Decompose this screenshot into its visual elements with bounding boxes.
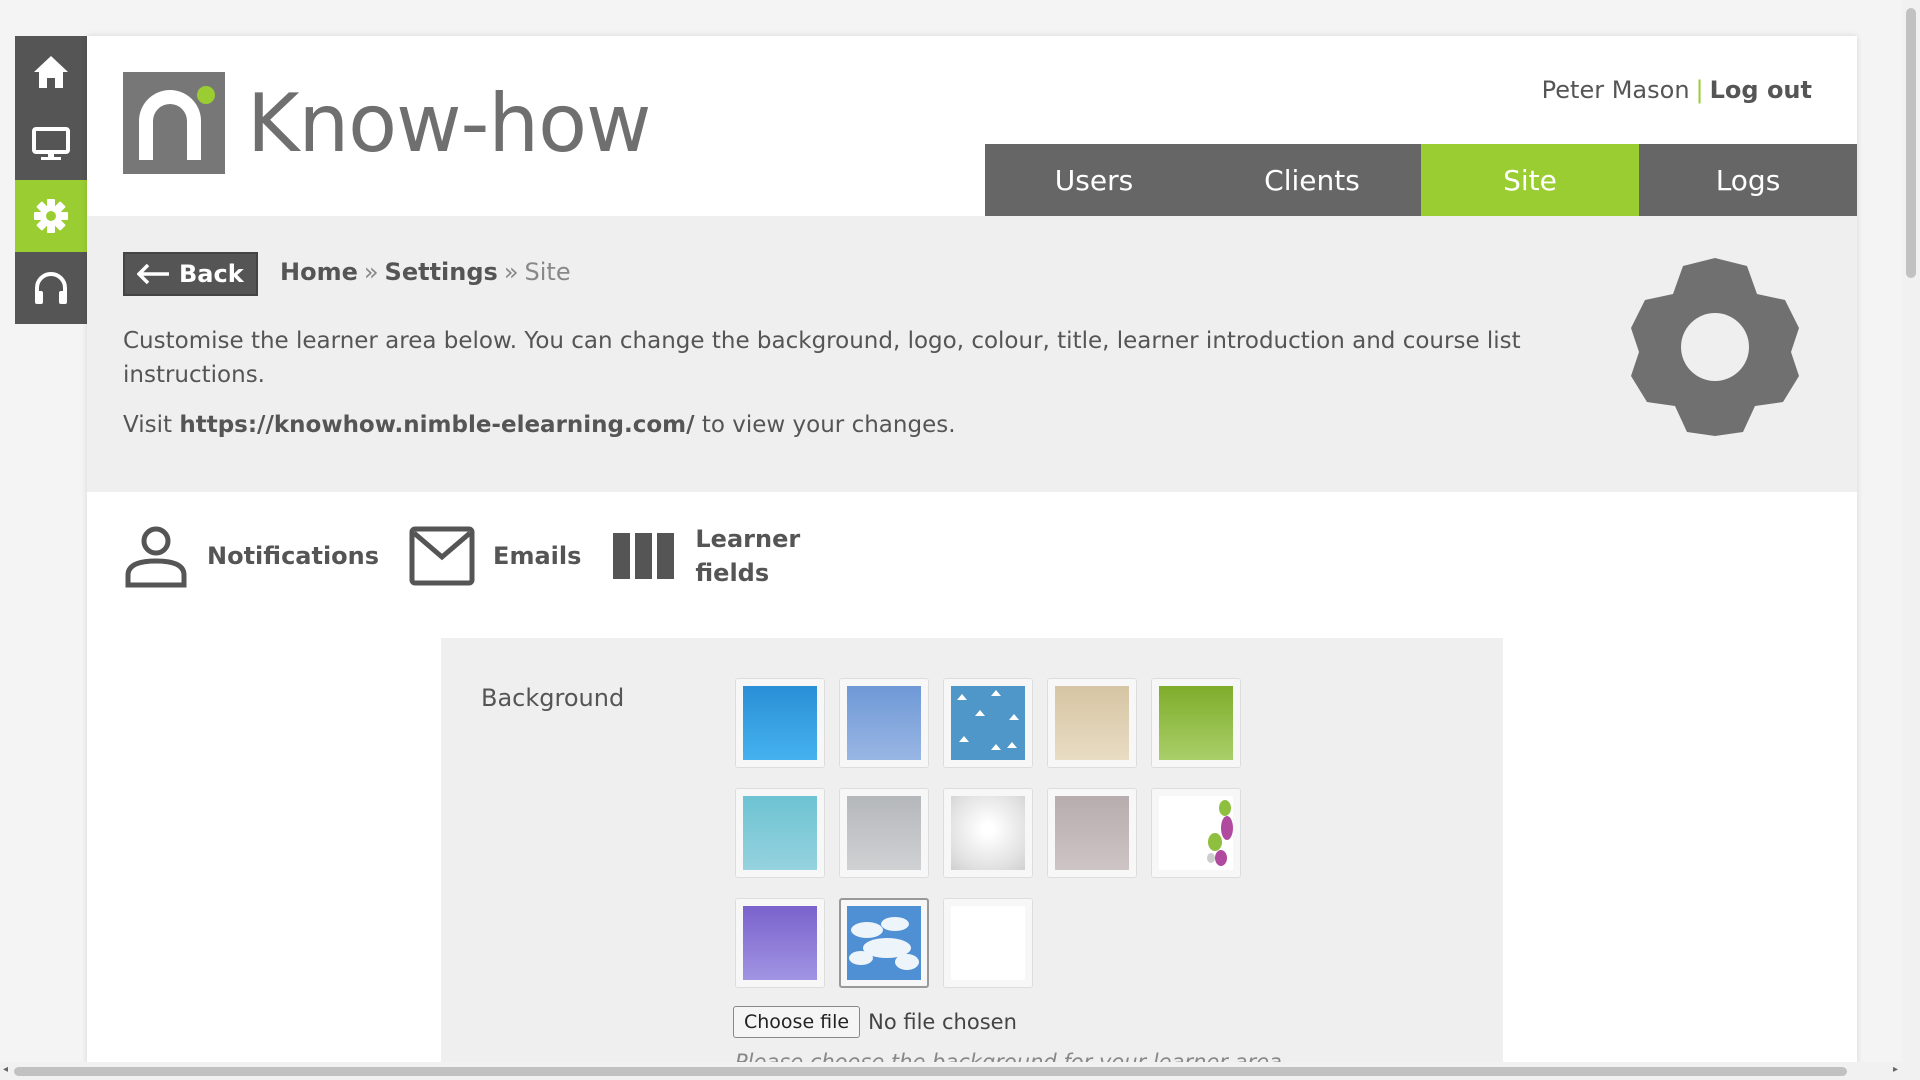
swatch-blue[interactable] [735,678,825,768]
swatch-silver-radial[interactable] [943,788,1033,878]
user-area: Peter Mason | Log out [1542,76,1812,104]
side-icon-bar [15,36,93,324]
subnav-notifications[interactable]: Notifications [123,523,379,589]
background-label: Background [481,684,625,712]
swatch-white[interactable] [943,898,1033,988]
columns-icon [613,533,675,579]
user-separator: | [1695,76,1704,104]
logout-link[interactable]: Log out [1710,76,1812,104]
back-label: Back [179,260,244,288]
main-panel: Know-how Peter Mason | Log out Users Clien… [87,36,1857,1066]
vertical-scroll-thumb[interactable] [1906,8,1916,278]
visit-prefix: Visit [123,412,173,438]
back-button[interactable]: Back [123,252,258,296]
breadcrumb-current: Site [524,258,571,286]
background-settings: Background Choose file No file chosen Pl… [441,638,1503,1066]
logo-text: Know-how [247,76,651,170]
side-home-button[interactable] [15,36,87,108]
settings-subnav: Notifications Emails Learner fields [123,522,830,590]
tab-logs[interactable]: Logs [1639,144,1857,216]
breadcrumb-separator: » [363,258,379,286]
swatch-periwinkle[interactable] [839,678,929,768]
headphones-icon [35,272,67,304]
breadcrumb-settings[interactable]: Settings [385,258,498,286]
user-icon [125,526,187,588]
side-settings-button[interactable] [15,180,93,252]
subnav-emails-label: Emails [493,542,582,570]
scroll-right-icon[interactable]: ▸ [1893,1064,1898,1075]
logo[interactable]: Know-how [123,72,651,174]
swatch-clouds-pattern[interactable] [943,678,1033,768]
gear-icon [1631,258,1799,436]
user-name: Peter Mason [1541,76,1690,104]
visit-text: Visit https://knowhow.nimble-elearning.c… [123,412,956,438]
gear-icon [34,199,68,233]
subnav-emails[interactable]: Emails [409,523,581,589]
vertical-scrollbar[interactable] [1902,0,1920,1062]
scroll-left-icon[interactable]: ◂ [3,1064,8,1075]
tab-site[interactable]: Site [1421,144,1639,222]
swatch-bubbles[interactable] [1151,788,1241,878]
intro-text: Customise the learner area below. You ca… [123,328,1521,388]
breadcrumb-separator: » [503,258,519,286]
horizontal-scroll-thumb[interactable] [14,1067,1847,1076]
background-swatches [735,678,1275,988]
top-nav: Users Clients Site Logs [985,144,1857,222]
home-icon [34,56,68,88]
side-desktop-button[interactable] [15,108,87,180]
subnav-notifications-label: Notifications [207,542,380,570]
swatch-sand[interactable] [1047,678,1137,768]
visit-url[interactable]: https://knowhow.nimble-elearning.com/ [179,412,694,438]
swatch-teal[interactable] [735,788,825,878]
subnav-learner-fields-label: Learner fields [695,525,801,587]
arrow-left-icon [137,263,169,285]
swatch-mauve[interactable] [1047,788,1137,878]
breadcrumb-home[interactable]: Home [280,258,358,286]
swatch-violet[interactable] [735,898,825,988]
logo-mark-icon [123,72,225,174]
file-status: No file chosen [868,1010,1017,1034]
subnav-learner-fields[interactable]: Learner fields [611,522,800,590]
page-header: Back Home» Settings» Site Customise the le… [87,216,1857,492]
side-support-button[interactable] [15,252,87,324]
desktop-icon [32,127,70,160]
tab-users[interactable]: Users [985,144,1203,216]
horizontal-scrollbar[interactable]: ◂ ▸ [0,1062,1920,1080]
envelope-icon [409,526,475,586]
breadcrumb: Home» Settings» Site [280,258,571,286]
background-upload: Choose file No file chosen [733,1006,1017,1038]
visit-suffix: to view your changes. [701,412,956,438]
swatch-sky-photo[interactable] [839,898,929,988]
swatch-grey[interactable] [839,788,929,878]
tab-clients[interactable]: Clients [1203,144,1421,216]
choose-file-button[interactable]: Choose file [733,1006,861,1038]
swatch-green[interactable] [1151,678,1241,768]
